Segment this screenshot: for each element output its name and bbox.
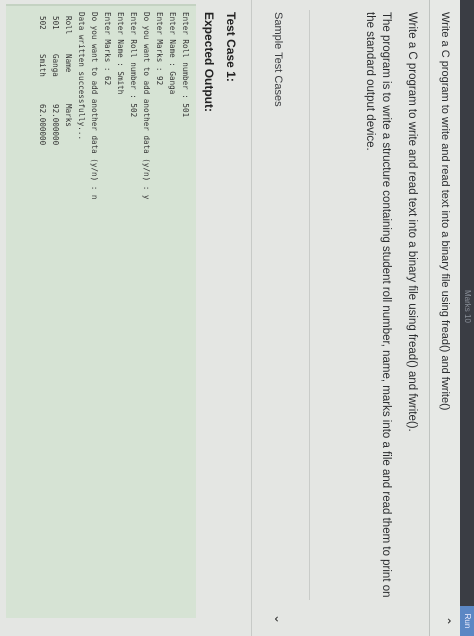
table-cell: 92.000000 (51, 104, 60, 146)
output-line: Do you want to add another data (y/n) : … (90, 12, 99, 200)
test-case-title: Test Case 1: (224, 12, 238, 82)
run-button[interactable]: Run (460, 606, 474, 636)
output-table-row: 502 Smith 62.000000 (36, 6, 49, 618)
output-table-header: Roll Name Marks (62, 6, 75, 618)
question-title: Write a C program to write and read text… (439, 12, 451, 411)
table-cell: Ganga (51, 54, 60, 77)
output-line: Do you want to add another data (y/n) : … (142, 12, 151, 200)
question-header[interactable]: Write a C program to write and read text… (429, 0, 460, 636)
marks-label: Marks 10 (463, 290, 472, 323)
output-line: Enter Roll number : 501 (181, 12, 190, 118)
table-cell: Smith (38, 54, 47, 77)
table-header-name: Name (64, 54, 73, 73)
output-table-row: 501 Ganga 92.000000 (49, 6, 62, 618)
output-line: Enter Name : Smith (116, 12, 125, 95)
expected-output-title: Expected Output: (202, 12, 216, 113)
page: Marks 10 Run Write a C program to write … (0, 0, 474, 636)
output-line: Enter Marks : 92 (155, 12, 164, 86)
expected-output-box: Enter Roll number : 501 Enter Name : Gang… (6, 4, 196, 618)
output-line: Enter Name : Ganga (168, 12, 177, 95)
question-panel: Write a C program to write and read text… (0, 0, 460, 636)
divider (309, 10, 310, 600)
chevron-down-icon[interactable]: ⌄ (272, 614, 286, 624)
chevron-down-icon[interactable]: ⌃ (439, 616, 453, 626)
output-lines: Enter Roll number : 501 Enter Name : Gang… (75, 6, 196, 618)
output-line: Enter Marks : 62 (103, 12, 112, 86)
problem-statement: Write a C program to write and read text… (352, 12, 420, 602)
table-cell: 501 (51, 16, 60, 30)
sample-test-cases-header[interactable]: Sample Test Cases ⌄ (251, 0, 308, 636)
table-cell: 502 (38, 16, 47, 30)
problem-line-1: Write a C program to write and read text… (406, 12, 418, 432)
top-toolbar: Marks 10 Run (460, 0, 474, 636)
table-header-marks: Marks (64, 104, 73, 127)
problem-line-2: The program is to write a structure cont… (364, 12, 392, 598)
test-case-1: Test Case 1: Expected Output: Enter Roll… (0, 0, 250, 636)
table-cell: 62.000000 (38, 104, 47, 146)
screen: Marks 10 Run Write a C program to write … (0, 0, 474, 636)
sample-test-cases-label: Sample Test Cases (272, 12, 284, 107)
output-line: Data written successfully... (77, 12, 86, 141)
output-line: Enter Roll number : 502 (129, 12, 138, 118)
table-header-roll: Roll (64, 16, 73, 35)
